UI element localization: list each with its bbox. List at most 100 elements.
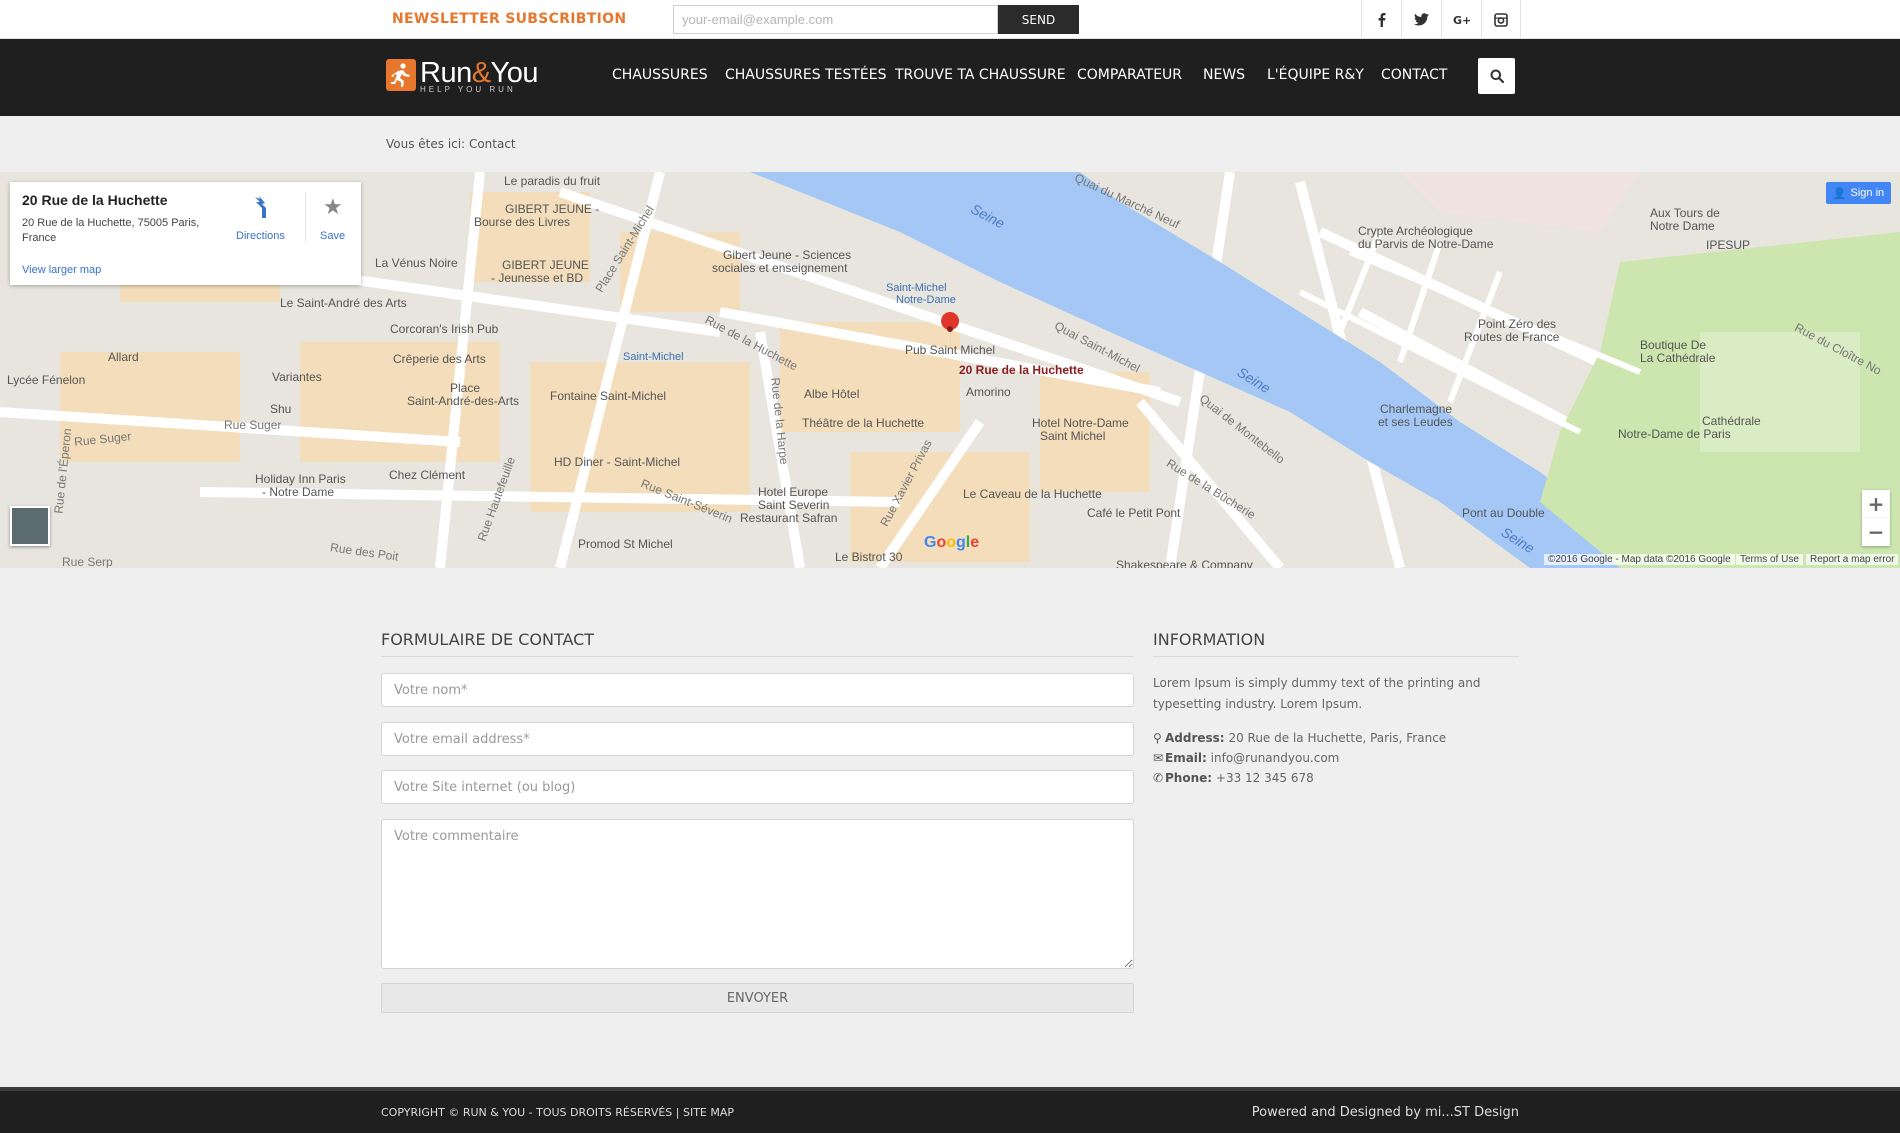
map-label: Promod St Michel [578, 537, 673, 551]
nav-news[interactable]: NEWS [1203, 67, 1245, 83]
map-label: GIBERT JEUNE - [505, 202, 600, 216]
instagram-icon[interactable] [1481, 0, 1521, 39]
runner-logo-icon [386, 59, 416, 91]
footer-copyright[interactable]: COPYRIGHT © RUN & YOU - TOUS DROITS RÉSE… [381, 1106, 734, 1119]
map-label: Bourse des Livres [474, 215, 571, 229]
nav-contact[interactable]: CONTACT [1381, 67, 1447, 83]
newsletter-send-button[interactable]: SEND [998, 5, 1079, 34]
facebook-icon[interactable] [1361, 0, 1401, 39]
map-label: Café le Petit Pont [1087, 506, 1181, 520]
contact-form-title: FORMULAIRE DE CONTACT [381, 630, 595, 649]
footer-credits: Powered and Designed by mi...ST Design [1251, 1105, 1519, 1120]
map-label: Le Saint-André des Arts [280, 296, 407, 310]
place-address: 20 Rue de la Huchette, 75005 Paris, Fran… [22, 217, 200, 244]
street-label: Rue Suger [224, 418, 282, 432]
svg-text:G+: G+ [1453, 14, 1470, 26]
star-icon[interactable]: ★ [323, 194, 343, 220]
twitter-icon[interactable] [1401, 0, 1441, 39]
map-label: Théâtre de la Huchette [802, 416, 925, 430]
main-navbar: Run&You HELP YOU RUN CHAUSSURES CHAUSSUR… [0, 39, 1900, 116]
map-label: Point Zéro des [1478, 317, 1557, 331]
information-text: Lorem Ipsum is simply dummy text of the … [1153, 676, 1481, 711]
map-label: Cathédrale [1702, 414, 1761, 428]
map-label: Hotel Europe [758, 485, 829, 499]
information-title-divider [1153, 656, 1519, 657]
zoom-in-button[interactable]: + [1862, 490, 1890, 518]
google-map[interactable]: Le paradis du fruit GIBERT JEUNE - Bours… [0, 172, 1900, 568]
map-label: La Vénus Noire [375, 256, 458, 270]
map-marker-icon: ⚲ [1153, 731, 1162, 745]
satellite-toggle[interactable] [10, 506, 50, 546]
search-button[interactable] [1478, 58, 1515, 94]
save-link[interactable]: Save [320, 230, 345, 242]
map-sign-in-button[interactable]: 👤 Sign in [1826, 182, 1891, 204]
map-label: Pub Saint Michel [905, 343, 996, 357]
top-bar: NEWSLETTER SUBSCRIBTION SEND G+ [0, 0, 1900, 39]
map-label: et ses Leudes [1378, 415, 1453, 429]
email-input[interactable] [381, 722, 1134, 756]
map-label: Le Caveau de la Huchette [963, 487, 1102, 501]
google-plus-icon[interactable]: G+ [1441, 0, 1481, 39]
map-label: Saint Michel [1040, 429, 1106, 443]
envelope-icon: ✉ [1153, 751, 1164, 765]
newsletter-label: NEWSLETTER SUBSCRIBTION [392, 11, 627, 27]
map-label: Amorino [966, 385, 1011, 399]
map-label: Variantes [272, 370, 322, 384]
map-label: Crypte Archéologique [1358, 224, 1473, 238]
site-logo[interactable]: Run&You HELP YOU RUN [386, 59, 538, 95]
website-input[interactable] [381, 770, 1134, 804]
map-label: La Cathédrale [1640, 351, 1716, 365]
map-label: Holiday Inn Paris [255, 472, 346, 486]
map-label: Le Bistrot 30 [835, 550, 903, 564]
map-label: Boutique De [1640, 338, 1707, 352]
directions-icon[interactable] [253, 196, 271, 218]
map-label: Routes de France [1464, 330, 1560, 344]
place-title: 20 Rue de la Huchette [22, 192, 168, 208]
map-label: Hotel Notre-Dame [1032, 416, 1129, 430]
map-label: Crêperie des Arts [393, 352, 486, 366]
map-label: Notre-Dame de Paris [1618, 427, 1731, 441]
search-icon [1490, 69, 1504, 83]
info-phone: ✆ Phone: +33 12 345 678 [1153, 771, 1314, 785]
card-divider [305, 192, 306, 242]
view-larger-map-link[interactable]: View larger map [22, 264, 101, 276]
map-label: HD Diner - Saint-Michel [554, 455, 681, 469]
map-pin-label: 20 Rue de la Huchette [959, 363, 1084, 377]
map-label: Fontaine Saint-Michel [550, 389, 667, 403]
phone-icon: ✆ [1153, 771, 1164, 785]
nav-comparateur[interactable]: COMPARATEUR [1077, 67, 1182, 83]
name-input[interactable] [381, 673, 1134, 707]
submit-button[interactable]: ENVOYER [381, 983, 1134, 1013]
map-label: Chez Clément [389, 468, 466, 482]
map-label: Notre Dame [1650, 219, 1715, 233]
nav-chaussures-testees[interactable]: CHAUSSURES TESTÉES [725, 67, 886, 83]
map-label: Aux Tours de [1650, 206, 1720, 220]
nav-trouve-ta-chaussure[interactable]: TROUVE TA CHAUSSURE [895, 67, 1066, 83]
map-label: IPESUP [1706, 238, 1751, 252]
nav-chaussures[interactable]: CHAUSSURES [612, 67, 708, 83]
map-label: Allard [108, 350, 139, 364]
google-logo: Google [924, 534, 980, 551]
info-email: ✉ Email: info@runandyou.com [1153, 751, 1340, 765]
contact-title-divider [381, 656, 1134, 657]
map-label: sociales et enseignement [712, 261, 848, 275]
map-label: Shakespeare & Company [1116, 558, 1253, 568]
map-label: Corcoran's Irish Pub [390, 322, 499, 336]
metro-label: Notre-Dame [896, 294, 956, 306]
map-label: Albe Hôtel [804, 387, 860, 401]
map-label: GIBERT JEUNE [502, 258, 589, 272]
footer: COPYRIGHT © RUN & YOU - TOUS DROITS RÉSE… [0, 1087, 1900, 1133]
map-label: - Jeunesse et BD [491, 271, 584, 285]
zoom-out-button[interactable]: − [1862, 518, 1890, 546]
nav-equipe[interactable]: L'ÉQUIPE R&Y [1267, 67, 1364, 83]
map-label: Shu [270, 402, 292, 416]
directions-link[interactable]: Directions [236, 230, 285, 242]
map-place-card: 20 Rue de la Huchette 20 Rue de la Huche… [10, 182, 361, 285]
map-label: du Parvis de Notre-Dame [1358, 237, 1494, 251]
metro-label: Saint-Michel [623, 351, 684, 363]
newsletter-email-input[interactable] [673, 5, 998, 34]
report-map-error-link[interactable]: Report a map error [1806, 554, 1899, 565]
map-label: - Notre Dame [262, 485, 335, 499]
comment-textarea[interactable] [381, 819, 1134, 969]
terms-link[interactable]: Terms of Use [1736, 554, 1803, 565]
